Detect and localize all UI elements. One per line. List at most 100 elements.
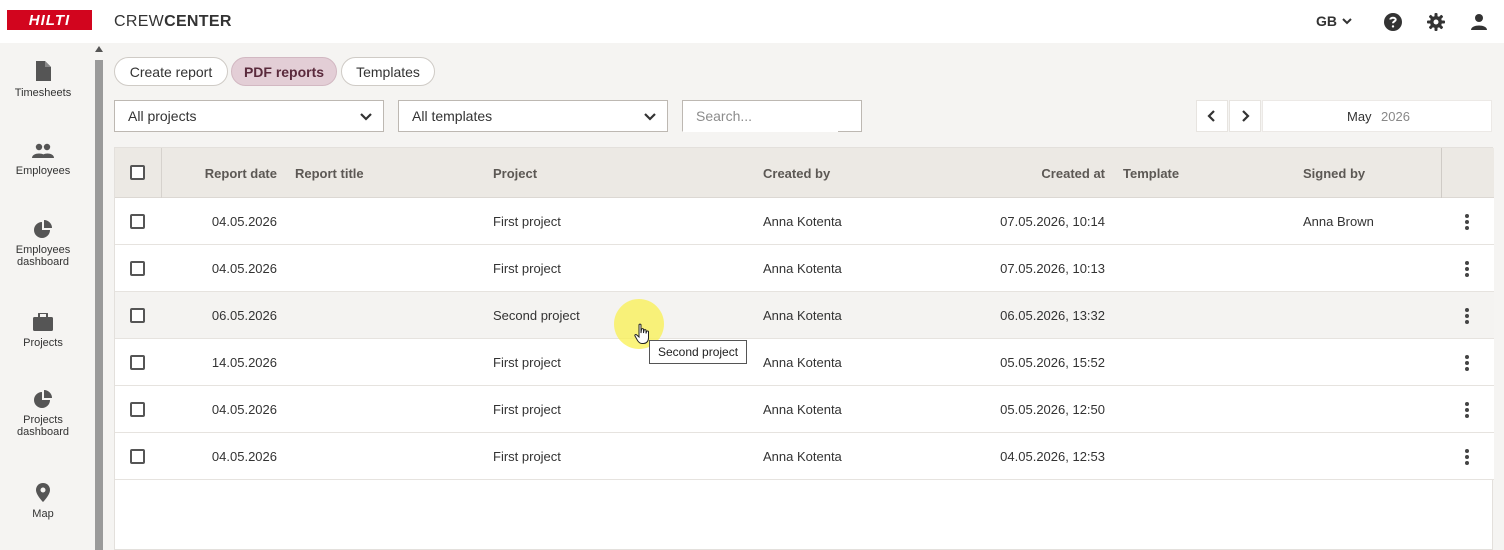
projects-filter-value: All projects <box>128 108 197 124</box>
projects-filter-select[interactable]: All projects <box>114 100 384 132</box>
language-label: GB <box>1316 13 1337 29</box>
sidebar-scrollbar[interactable] <box>94 43 103 550</box>
sidebar-item-label: Employees <box>15 165 71 177</box>
cell-project: First project <box>493 449 561 464</box>
chevron-down-icon <box>644 113 656 121</box>
tab-templates[interactable]: Templates <box>341 57 435 86</box>
cell-report-date: 04.05.2026 <box>211 449 277 464</box>
sidebar-item-label: Projects dashboard <box>17 414 69 438</box>
chevron-down-icon <box>360 113 372 121</box>
scroll-up-icon[interactable] <box>95 46 103 52</box>
more-options-icon[interactable] <box>1465 449 1469 465</box>
table-row[interactable]: 04.05.2026 First project Anna Kotenta 07… <box>115 198 1494 245</box>
cell-created-at: 07.05.2026, 10:13 <box>1000 261 1105 276</box>
cell-created-by: Anna Kotenta <box>763 449 842 464</box>
more-options-icon[interactable] <box>1465 355 1469 371</box>
more-options-icon[interactable] <box>1465 261 1469 277</box>
more-options-icon[interactable] <box>1465 214 1469 230</box>
pie-chart-icon <box>34 220 52 238</box>
column-header-template[interactable]: Template <box>1123 166 1179 181</box>
sidebar-item-projects-dashboard[interactable]: Projects dashboard <box>0 390 86 438</box>
cell-created-by: Anna Kotenta <box>763 402 842 417</box>
previous-month-button[interactable] <box>1196 100 1228 132</box>
sidebar-item-employees-dashboard[interactable]: Employees dashboard <box>0 220 86 268</box>
column-header-report-title[interactable]: Report title <box>295 166 364 181</box>
reports-table: Report date Report title Project Created… <box>114 147 1494 550</box>
cell-created-by: Anna Kotenta <box>763 261 842 276</box>
chevron-down-icon <box>1342 18 1352 25</box>
column-header-signed-by[interactable]: Signed by <box>1303 166 1365 181</box>
templates-filter-select[interactable]: All templates <box>398 100 668 132</box>
column-header-created-by[interactable]: Created by <box>763 166 830 181</box>
table-header: Report date Report title Project Created… <box>115 148 1494 198</box>
next-month-button[interactable] <box>1229 100 1261 132</box>
cell-report-date: 14.05.2026 <box>211 355 277 370</box>
templates-filter-value: All templates <box>412 108 493 124</box>
help-icon[interactable] <box>1383 12 1403 32</box>
column-header-created-at[interactable]: Created at <box>985 166 1105 181</box>
cell-created-at: 05.05.2026, 15:52 <box>1000 355 1105 370</box>
sidebar-item-label: Timesheets <box>14 87 72 99</box>
row-checkbox[interactable] <box>130 308 145 323</box>
table-row[interactable]: 04.05.2026 First project Anna Kotenta 07… <box>115 245 1494 292</box>
month-picker[interactable]: May 2026 <box>1262 100 1492 132</box>
table-row[interactable]: 04.05.2026 First project Anna Kotenta 05… <box>115 386 1494 433</box>
cell-report-date: 06.05.2026 <box>211 308 277 323</box>
app-title: CREWCENTER <box>114 13 232 30</box>
table-row[interactable]: 04.05.2026 First project Anna Kotenta 04… <box>115 433 1494 480</box>
row-checkbox[interactable] <box>130 449 145 464</box>
scrollbar-thumb[interactable] <box>95 60 103 550</box>
cell-created-at: 06.05.2026, 13:32 <box>1000 308 1105 323</box>
hilti-logo[interactable]: HILTI <box>7 10 92 30</box>
language-selector[interactable]: GB <box>1316 13 1353 29</box>
row-checkbox[interactable] <box>130 402 145 417</box>
cell-created-at: 05.05.2026, 12:50 <box>1000 402 1105 417</box>
tab-create-report[interactable]: Create report <box>114 57 228 86</box>
table-row[interactable]: 06.05.2026 Second project Anna Kotenta 0… <box>115 292 1494 339</box>
table-row[interactable]: 14.05.2026 First project Anna Kotenta 05… <box>115 339 1494 386</box>
gear-icon[interactable] <box>1426 12 1446 32</box>
cell-project: Second project <box>493 308 580 323</box>
selected-year: 2026 <box>1381 109 1410 124</box>
column-divider <box>161 148 162 198</box>
cell-signed-by: Anna Brown <box>1303 214 1374 229</box>
briefcase-icon <box>33 313 53 331</box>
cell-created-by: Anna Kotenta <box>763 308 842 323</box>
chevron-left-icon <box>1207 110 1215 122</box>
sidebar-item-employees[interactable]: Employees <box>0 143 86 177</box>
cell-created-by: Anna Kotenta <box>763 214 842 229</box>
pie-chart-icon <box>34 390 52 408</box>
column-header-project[interactable]: Project <box>493 166 537 181</box>
cell-created-by: Anna Kotenta <box>763 355 842 370</box>
sidebar-item-label: Map <box>32 508 54 520</box>
tooltip: Second project <box>649 340 748 364</box>
cell-project: First project <box>493 214 561 229</box>
cell-report-date: 04.05.2026 <box>211 214 277 229</box>
search-underline <box>838 131 862 132</box>
more-options-icon[interactable] <box>1465 308 1469 324</box>
map-pin-icon <box>36 483 50 502</box>
sidebar-item-timesheets[interactable]: Timesheets <box>0 61 86 99</box>
chevron-right-icon <box>1242 110 1250 122</box>
cell-created-at: 07.05.2026, 10:14 <box>1000 214 1105 229</box>
select-all-checkbox[interactable] <box>130 165 145 180</box>
app-header: HILTI CREWCENTER GB <box>0 0 1504 43</box>
row-checkbox[interactable] <box>130 355 145 370</box>
search-input[interactable] <box>682 100 862 132</box>
sidebar-item-map[interactable]: Map <box>0 483 86 520</box>
sidebar-item-projects[interactable]: Projects <box>0 313 86 349</box>
user-icon[interactable] <box>1469 12 1489 32</box>
people-icon <box>32 143 54 158</box>
tab-pdf-reports[interactable]: PDF reports <box>231 57 337 86</box>
column-header-report-date[interactable]: Report date <box>187 166 277 181</box>
row-checkbox[interactable] <box>130 261 145 276</box>
document-icon <box>36 61 51 81</box>
cell-project: First project <box>493 355 561 370</box>
row-checkbox[interactable] <box>130 214 145 229</box>
selected-month: May <box>1347 109 1372 124</box>
sidebar-item-label: Projects <box>23 337 63 349</box>
cell-created-at: 04.05.2026, 12:53 <box>1000 449 1105 464</box>
sidebar-item-label: Employees dashboard <box>15 244 71 268</box>
cell-report-date: 04.05.2026 <box>211 261 277 276</box>
more-options-icon[interactable] <box>1465 402 1469 418</box>
